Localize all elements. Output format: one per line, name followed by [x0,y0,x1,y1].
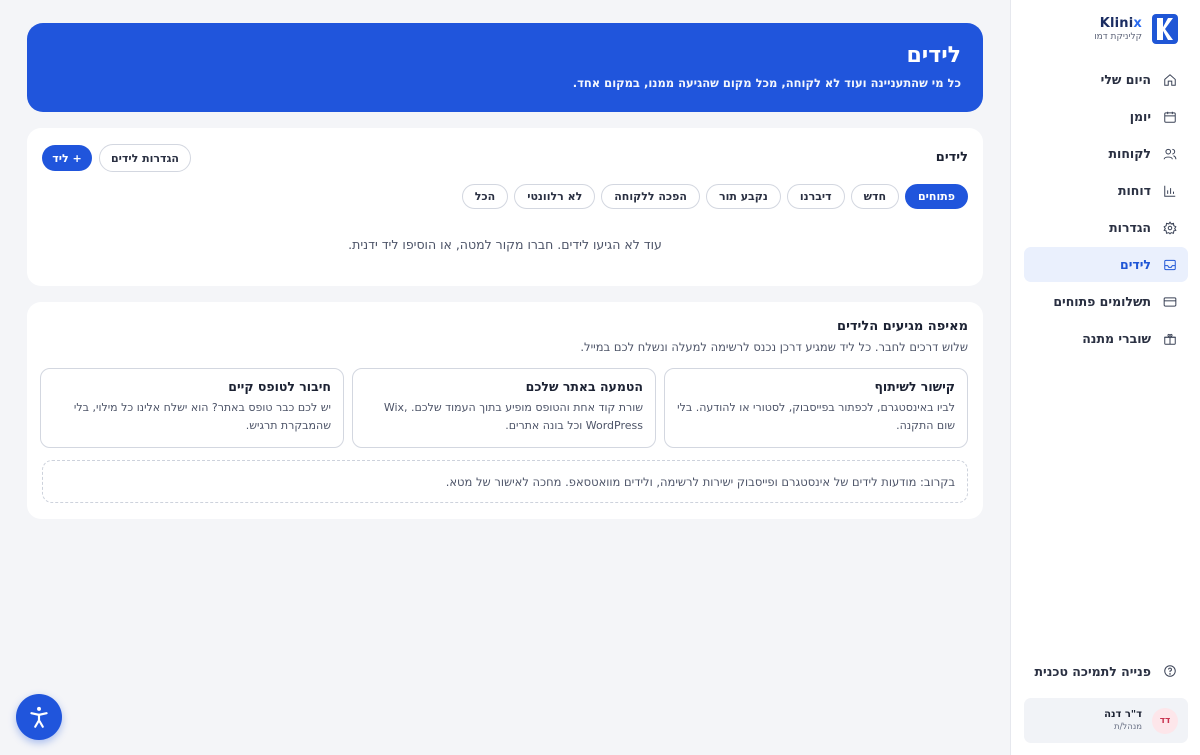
filter-converted[interactable]: הפכה ללקוחה [601,184,700,209]
sidebar-item-label: היום שלי [1100,72,1151,87]
sidebar-item-label: הגדרות [1109,220,1151,235]
page-subtitle: כל מי שהתעניינה ועוד לא לקוחה, מכל מקום … [572,76,961,90]
source-description: יש לכם כבר טופס באתר? הוא ישלח אלינו כל … [73,401,331,432]
source-title: חיבור לטופס קיים [228,379,331,394]
sidebar-item-leads[interactable]: לידים [1024,247,1188,282]
source-title: הטמעה באתר שלכם [525,379,643,394]
filter-new[interactable]: חדש [850,184,900,209]
page-header: לידים כל מי שהתעניינה ועוד לא לקוחה, מכל… [27,23,983,112]
support-label: פנייה לתמיכה טכנית [1034,663,1152,679]
empty-state-message: עוד לא הגיעו לידים. חברו מקור למטה, או ה… [348,237,662,252]
gift-icon [1164,333,1176,345]
sidebar-item-settings[interactable]: הגדרות [1024,210,1188,245]
brand-subtitle: קליניקת דמו [1094,32,1142,42]
gear-icon [1163,220,1177,235]
coming-soon-notice: בקרוב: מודעות לידים של אינסטגרם ופייסבוק… [42,460,968,503]
accessibility-icon [30,706,48,728]
sources-subtitle: שלוש דרכים לחבר. כל ליד שמגיע דרכן נכנס … [580,340,968,354]
source-embed-website[interactable]: הטמעה באתר שלכם שורת קוד אחת והטופס מופי… [352,368,656,448]
sidebar-item-reports[interactable]: דוחות [1024,173,1188,208]
users-icon [1163,148,1177,159]
sidebar-item-label: שוברי מתנה [1082,331,1151,346]
source-connect-existing-form[interactable]: חיבור לטופס קיים יש לכם כבר טופס באתר? ה… [40,368,344,448]
bar-chart-icon [1164,185,1176,197]
sidebar-item-label: דוחות [1117,183,1151,198]
sidebar-item-label: תשלומים פתוחים [1053,294,1151,309]
accessibility-button[interactable] [16,694,62,740]
logo-mark-icon [1152,14,1178,44]
lead-settings-button[interactable]: הגדרות לידים [99,144,191,172]
user-name: ד"ר דנה [1104,709,1142,720]
source-title: קישור לשיתוף [874,379,955,394]
user-role: מנהל/ת [1113,722,1142,732]
help-circle-icon [1164,665,1176,677]
filter-talked[interactable]: דיברנו [786,184,845,209]
leads-title: לידים [935,150,968,165]
sidebar-item-clients[interactable]: לקוחות [1024,136,1188,171]
filter-all[interactable]: הכל [461,184,509,209]
lead-sources-card: מאיפה מגיעים הלידים שלוש דרכים לחבר. כל … [27,302,983,519]
sidebar-item-label: לקוחות [1108,146,1151,161]
credit-card-icon [1163,296,1177,307]
filter-open[interactable]: פתוחים [905,184,968,209]
sidebar-item-gift-vouchers[interactable]: שוברי מתנה [1024,321,1188,356]
user-card[interactable]: דד ד"ר דנה מנהל/ת [1024,698,1188,743]
filter-irrelevant[interactable]: לא רלוונטי [514,184,596,209]
support-link[interactable]: פנייה לתמיכה טכנית [1024,655,1188,687]
calendar-icon [1164,111,1176,123]
avatar: דד [1152,707,1178,734]
sidebar-nav: היום שלי יומן לקוחות דוחות הגדרות לידים … [1024,62,1188,358]
source-share-link[interactable]: קישור לשיתוף לביו באינסטגרם, לכפתור בפיי… [664,368,968,448]
brand-logo[interactable]: Klinix קליניקת דמו [1094,14,1178,44]
leads-card: לידים הגדרות לידים + ליד פתוחים חדש דיבר… [27,128,983,286]
sidebar-item-open-payments[interactable]: תשלומים פתוחים [1024,284,1188,319]
sidebar-item-label: יומן [1129,109,1151,124]
brand-name: Klinix [1099,16,1142,31]
home-icon [1164,73,1176,86]
add-lead-button[interactable]: + ליד [42,145,92,171]
sidebar-item-today[interactable]: היום שלי [1024,62,1188,97]
sidebar-item-label: לידים [1120,257,1151,272]
source-options: קישור לשיתוף לביו באינסטגרם, לכפתור בפיי… [40,368,968,448]
source-description: שורת קוד אחת והטופס מופיע בתוך העמוד שלכ… [383,401,643,432]
lead-status-filters: פתוחים חדש דיברנו נקבע תור הפכה ללקוחה ל… [461,184,968,209]
sources-title: מאיפה מגיעים הלידים [837,319,968,334]
sidebar-item-calendar[interactable]: יומן [1024,99,1188,134]
inbox-icon [1164,259,1176,270]
source-description: לביו באינסטגרם, לכפתור בפייסבוק, לסטורי … [677,401,955,432]
sidebar: Klinix קליניקת דמו היום שלי יומן לקוחות … [1010,0,1200,755]
filter-appointment-set[interactable]: נקבע תור [705,184,781,209]
page-title: לידים [906,43,961,68]
